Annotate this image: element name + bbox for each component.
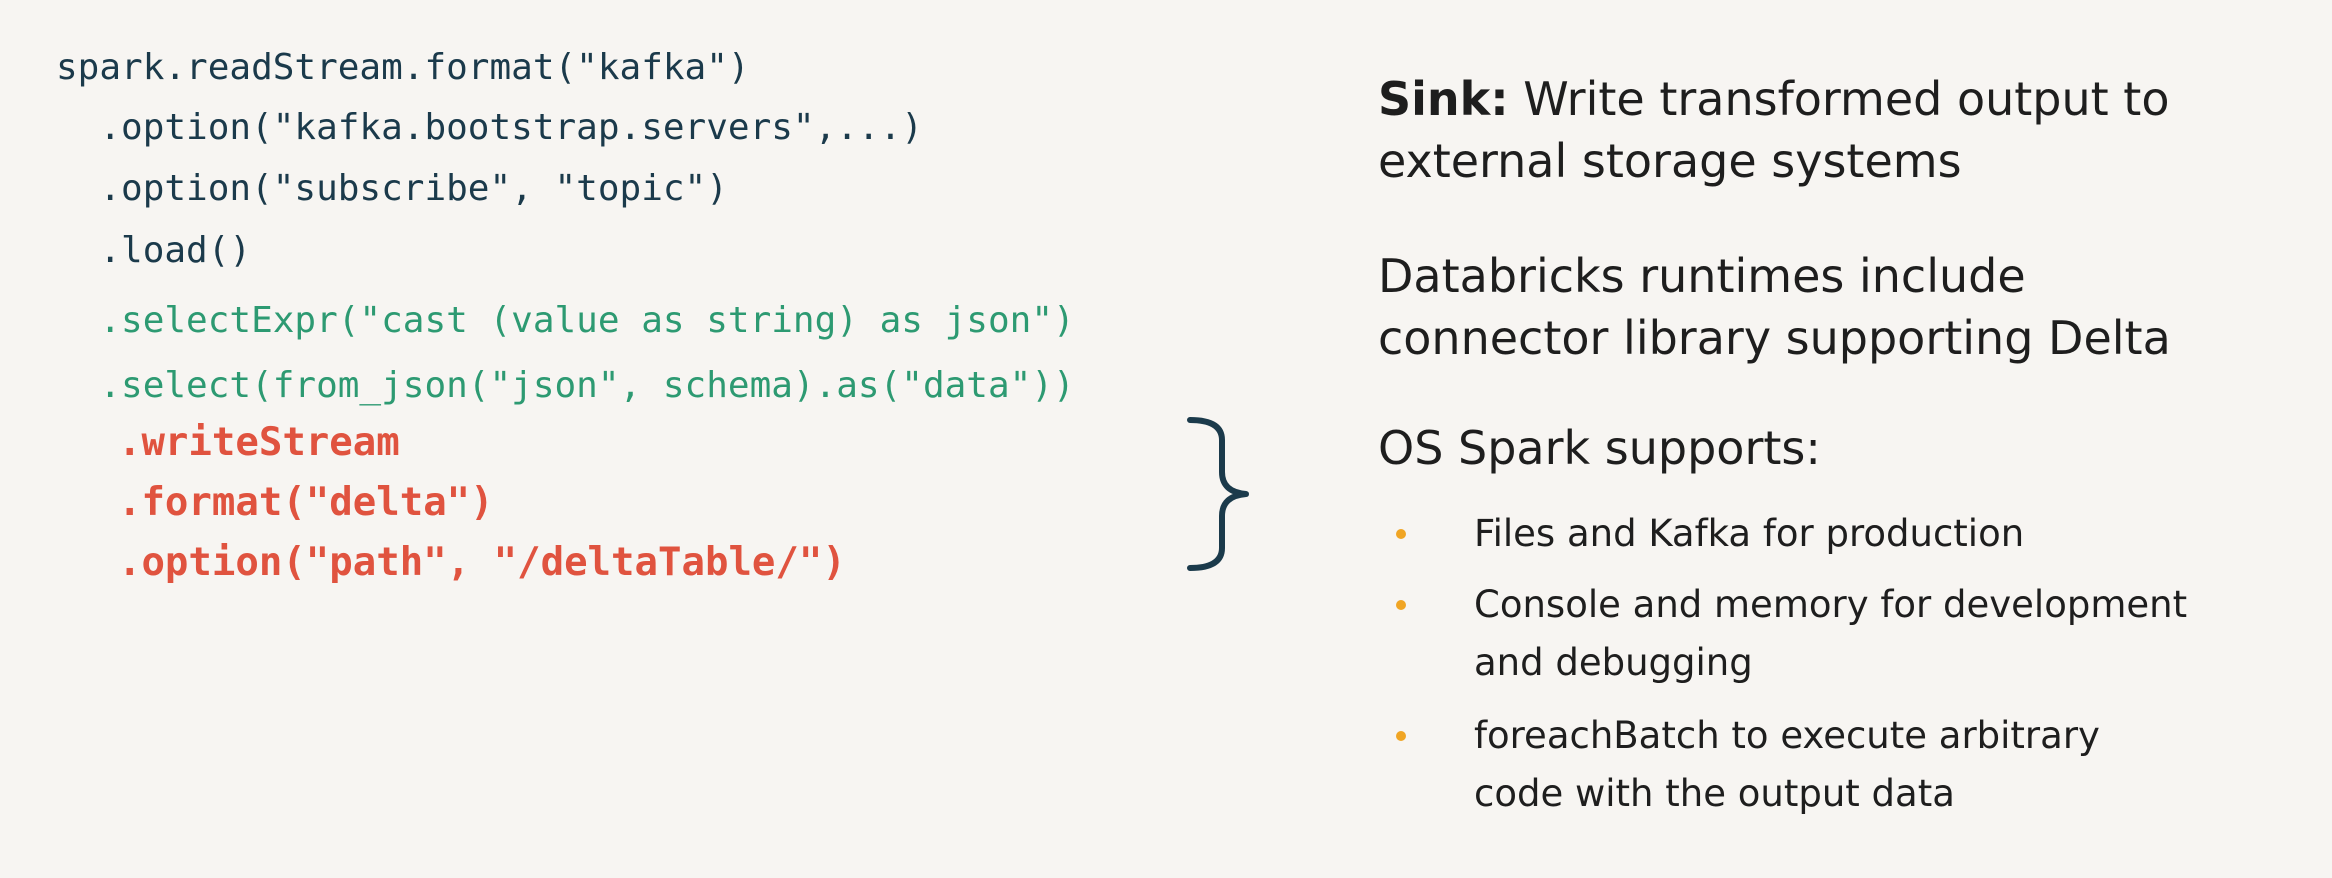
- curly-brace-icon: [1187, 417, 1249, 571]
- code-line-select-from-json: .select(from_json("json", schema).as("da…: [56, 365, 1075, 406]
- bullet-icon: [1396, 529, 1406, 539]
- code-line-option-servers: .option("kafka.bootstrap.servers",...): [56, 107, 923, 148]
- code-line-option-path: .option("path", "/deltaTable/"): [71, 540, 846, 585]
- databricks-note: Databricks runtimes include connector li…: [1378, 249, 2171, 365]
- bullet-icon: [1396, 600, 1406, 610]
- code-line-write-stream: .writeStream: [71, 420, 400, 465]
- code-line-format-delta: .format("delta"): [71, 480, 494, 525]
- bullet-icon: [1396, 731, 1406, 741]
- list-item-text: Files and Kafka for production: [1474, 512, 2025, 555]
- code-line-option-subscribe: .option("subscribe", "topic"): [56, 168, 728, 209]
- code-line-read-stream: spark.readStream.format("kafka"): [56, 47, 750, 88]
- sink-label: Sink:: [1378, 72, 1509, 126]
- code-line-select-expr: .selectExpr("cast (value as string) as j…: [56, 300, 1075, 341]
- code-line-load: .load(): [56, 230, 252, 271]
- os-spark-heading: OS Spark supports:: [1378, 421, 1821, 475]
- sink-paragraph: Sink: Write transformed output to extern…: [1378, 68, 2258, 192]
- list-item-text: foreachBatch to execute arbitrary code w…: [1474, 714, 2100, 815]
- list-item-text: Console and memory for development and d…: [1474, 583, 2188, 684]
